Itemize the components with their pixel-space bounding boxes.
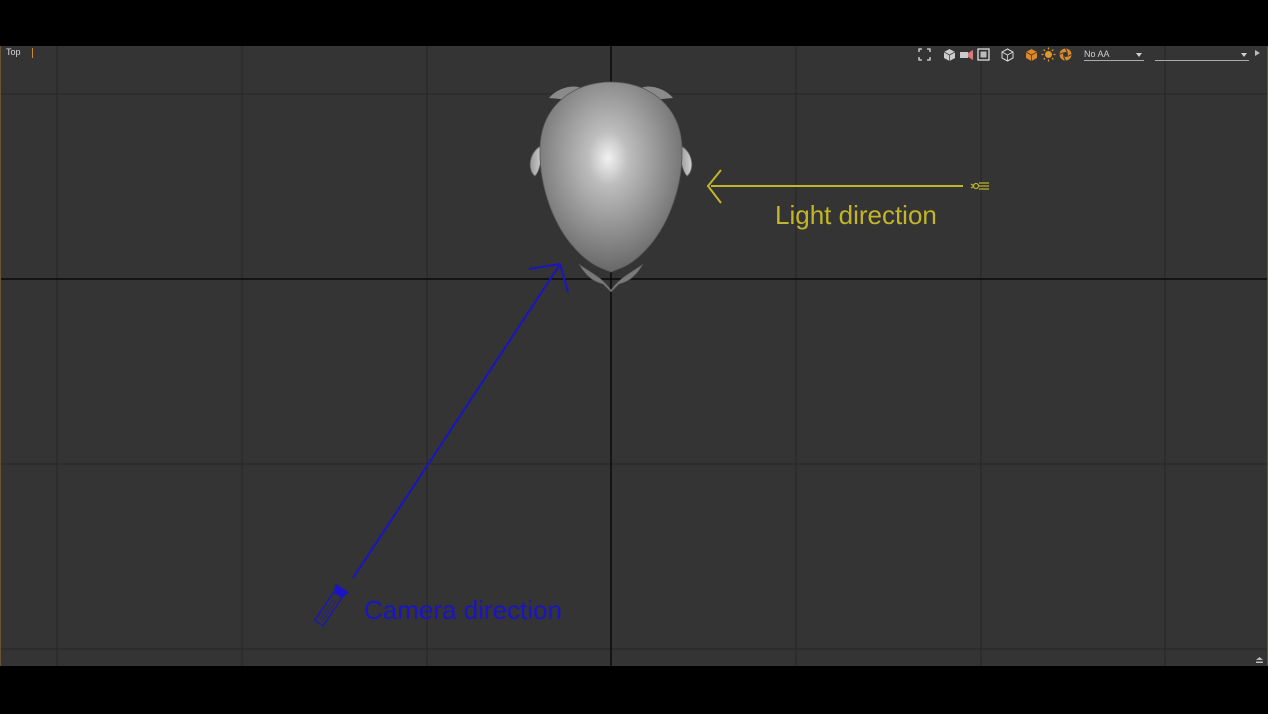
- view-cube-icon[interactable]: [942, 47, 957, 62]
- viewport-name-label[interactable]: Top: [6, 47, 21, 57]
- camera-direction-label: Camera direction: [364, 595, 562, 625]
- render-preview-icon[interactable]: [1024, 47, 1039, 62]
- light-direction-label: Light direction: [775, 200, 937, 230]
- viewport-label-divider: [32, 48, 33, 58]
- viewport-scene[interactable]: [1, 46, 1267, 666]
- camera-direction-arrow: [352, 262, 569, 579]
- antialiasing-value: No AA: [1084, 49, 1110, 59]
- top-viewport[interactable]: Top No AA Light direction Camera directi…: [0, 46, 1268, 666]
- antialiasing-select[interactable]: No AA: [1084, 48, 1144, 61]
- aperture-icon[interactable]: [1058, 47, 1073, 62]
- maximize-viewport-icon[interactable]: [917, 47, 932, 62]
- light-direction-arrow: [706, 169, 963, 204]
- directional-light-icon[interactable]: [970, 182, 989, 190]
- camera-icon[interactable]: [312, 583, 350, 628]
- chevron-down-icon: [1241, 53, 1247, 57]
- light-bulb-icon[interactable]: [1041, 47, 1056, 62]
- camera-path-icon[interactable]: [959, 47, 974, 62]
- chevron-down-icon: [1136, 53, 1142, 57]
- shading-mode-icon[interactable]: [1000, 47, 1015, 62]
- resize-corner-icon[interactable]: [1255, 656, 1264, 664]
- expand-panel-icon[interactable]: [1255, 50, 1260, 56]
- frame-all-icon[interactable]: [976, 47, 991, 62]
- head-model[interactable]: [529, 81, 693, 293]
- secondary-select[interactable]: [1155, 48, 1249, 61]
